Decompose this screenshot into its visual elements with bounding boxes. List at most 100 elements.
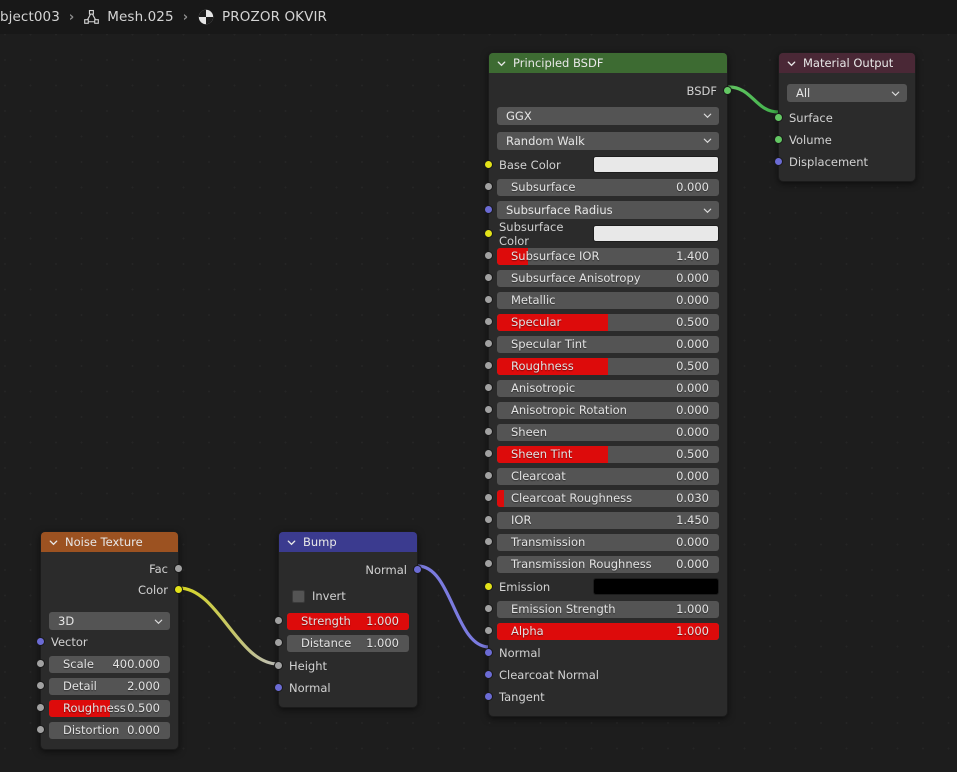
slider-roughness[interactable]: Roughness 0.500 [497,357,719,375]
socket-input-alpha[interactable] [484,626,493,635]
socket-input-metallic[interactable] [484,295,493,304]
input-row-clearcoat-roughness[interactable]: Clearcoat Roughness 0.030 [484,487,719,509]
slider-subsurface[interactable]: Subsurface 0.000 [497,178,719,196]
socket-input-specular[interactable] [484,317,493,326]
input-row-height[interactable]: Height [274,654,409,677]
socket-input-clearcoat-normal-1[interactable] [484,670,493,679]
slider-clearcoat[interactable]: Clearcoat 0.000 [497,467,719,485]
slider-distance[interactable]: Distance 1.000 [287,634,409,652]
socket-input-normal[interactable] [484,648,493,657]
collapse-chevron-icon[interactable] [48,537,59,548]
dropdown-row-subsurface-method[interactable]: Random Walk [497,128,719,153]
input-row-distance[interactable]: Distance 1.000 [274,632,409,654]
node-header-noise-texture[interactable]: Noise Texture [41,532,178,552]
input-row-alpha[interactable]: Alpha 1.000 [484,620,719,642]
input-row-vector[interactable]: Vector [36,630,170,653]
socket-output-normal[interactable] [413,565,422,574]
socket-input-normal[interactable] [274,683,283,692]
socket-input-subsurface-anisotropy[interactable] [484,273,493,282]
socket-input-vector[interactable] [36,637,45,646]
node-material-output[interactable]: Material Output All Surface Volume Displ… [774,52,916,182]
socket-input-clearcoat[interactable] [484,471,493,480]
socket-input-subsurface[interactable] [484,182,493,191]
socket-input-distance[interactable] [274,638,283,647]
dropdown-distribution[interactable]: GGX [497,106,719,125]
socket-input-subsurface-color[interactable] [484,229,493,238]
input-row-subsurface-ior[interactable]: Subsurface IOR 1.400 [484,245,719,267]
slider-emission-strength[interactable]: Emission Strength 1.000 [497,600,719,618]
slider-ior[interactable]: IOR 1.450 [497,511,719,529]
input-row-emission-strength[interactable]: Emission Strength 1.000 [484,598,719,620]
socket-input-volume[interactable] [774,135,783,144]
socket-input-distortion[interactable] [36,725,45,734]
output-row-color[interactable]: Color [49,579,183,601]
node-noise-texture[interactable]: Noise Texture Fac Color 3D Vector Scale 4… [36,531,183,750]
slider-anisotropic-rotation[interactable]: Anisotropic Rotation 0.000 [497,401,719,419]
socket-input-base-color[interactable] [484,160,493,169]
socket-output-color[interactable] [174,585,183,594]
input-row-surface[interactable]: Surface [774,106,907,129]
input-row-tangent-2[interactable]: Tangent [484,686,719,708]
socket-input-displacement[interactable] [774,157,783,166]
node-header-material-output[interactable]: Material Output [779,53,915,73]
input-row-subsurface-color[interactable]: Subsurface Color [484,220,719,248]
socket-input-height[interactable] [274,661,283,670]
socket-input-subsurface-ior[interactable] [484,251,493,260]
socket-input-strength[interactable] [274,616,283,625]
slider-scale[interactable]: Scale 400.000 [49,655,170,673]
socket-input-tangent-2[interactable] [484,692,493,701]
slider-transmission[interactable]: Transmission 0.000 [497,533,719,551]
slider-detail[interactable]: Detail 2.000 [49,677,170,695]
input-row-volume[interactable]: Volume [774,129,907,151]
slider-metallic[interactable]: Metallic 0.000 [497,291,719,309]
dropdown-dimensions[interactable]: 3D [49,612,170,630]
slider-anisotropic[interactable]: Anisotropic 0.000 [497,379,719,397]
slider-specular[interactable]: Specular 0.500 [497,313,719,331]
input-row-sheen[interactable]: Sheen 0.000 [484,421,719,443]
slider-distortion[interactable]: Distortion 0.000 [49,721,170,739]
socket-input-roughness[interactable] [36,703,45,712]
input-row-ior[interactable]: IOR 1.450 [484,509,719,531]
socket-input-sheen-tint[interactable] [484,449,493,458]
input-row-normal[interactable]: Normal [484,642,719,664]
output-row-bsdf[interactable]: BSDF [497,79,732,103]
output-row-fac[interactable]: Fac [49,558,183,579]
socket-input-subsurface-radius[interactable] [484,205,493,214]
socket-input-anisotropic-rotation[interactable] [484,405,493,414]
input-row-subsurface[interactable]: Subsurface 0.000 [484,176,719,198]
socket-input-ior[interactable] [484,515,493,524]
input-row-transmission-roughness[interactable]: Transmission Roughness 0.000 [484,553,719,575]
checkbox-row-invert[interactable]: Invert [287,582,409,610]
dropdown-target[interactable]: All [787,84,907,102]
input-row-detail[interactable]: Detail 2.000 [36,675,170,697]
node-principled-bsdf[interactable]: Principled BSDF BSDF GGX Random Walk Bas… [484,52,732,717]
socket-input-surface[interactable] [774,113,783,122]
input-row-clearcoat-normal-1[interactable]: Clearcoat Normal [484,664,719,686]
collapse-chevron-icon[interactable] [496,58,507,69]
input-row-metallic[interactable]: Metallic 0.000 [484,289,719,311]
color-swatch-base-color[interactable] [593,156,719,173]
input-row-emission[interactable]: Emission [484,575,719,598]
socket-input-detail[interactable] [36,681,45,690]
breadcrumb-object[interactable]: bject003 [0,9,60,25]
output-row-normal[interactable]: Normal [287,558,422,582]
slider-specular-tint[interactable]: Specular Tint 0.000 [497,335,719,353]
slider-subsurface-anisotropy[interactable]: Subsurface Anisotropy 0.000 [497,269,719,287]
dropdown-row-dimensions[interactable]: 3D [49,601,170,630]
input-row-specular[interactable]: Specular 0.500 [484,311,719,333]
slider-clearcoat-roughness[interactable]: Clearcoat Roughness 0.030 [497,489,719,507]
input-row-displacement[interactable]: Displacement [774,151,907,173]
invert-checkbox[interactable] [292,589,305,603]
breadcrumb-material[interactable]: PROZOR OKVIR [222,9,327,25]
input-row-sheen-tint[interactable]: Sheen Tint 0.500 [484,443,719,465]
socket-output-fac[interactable] [174,564,183,573]
input-row-specular-tint[interactable]: Specular Tint 0.000 [484,333,719,355]
slider-sheen[interactable]: Sheen 0.000 [497,423,719,441]
input-row-roughness[interactable]: Roughness 0.500 [36,697,170,719]
socket-input-emission[interactable] [484,582,493,591]
dropdown-row-target[interactable]: All [787,80,907,106]
input-row-subsurface-radius[interactable]: Subsurface Radius [484,198,719,222]
socket-input-transmission-roughness[interactable] [484,559,493,568]
node-bump[interactable]: Bump Normal Invert Strength 1.000 Distance… [274,531,422,708]
input-row-scale[interactable]: Scale 400.000 [36,653,170,675]
